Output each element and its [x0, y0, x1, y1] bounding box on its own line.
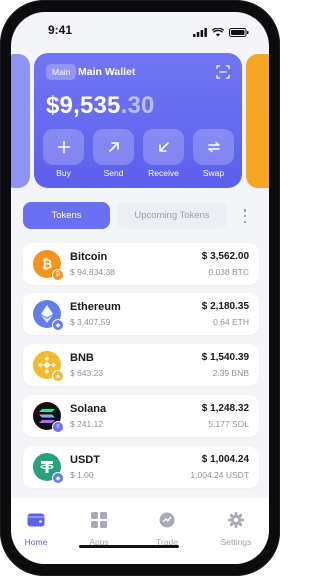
wallet-chip: Main — [46, 64, 77, 80]
balance-decimal: .30 — [120, 92, 155, 119]
nav-settings[interactable]: Settings — [211, 512, 261, 547]
ethereum-network-badge-icon: ◆ — [52, 319, 64, 331]
token-value: $ 1,004.24 — [201, 454, 249, 465]
bottom-nav: Home Apps Trade Settings — [11, 498, 269, 564]
wallet-name: Main Wallet — [78, 66, 136, 78]
token-amount: 1,004.24 USDT — [190, 470, 249, 480]
status-icons — [193, 24, 249, 42]
token-price: $ 1.00 — [70, 470, 94, 480]
wifi-icon — [211, 24, 225, 42]
token-row-bitcoin[interactable]: ₿ ₿ Bitcoin $ 94,834.38 $ 3,562.00 0.038… — [23, 243, 259, 285]
swap-icon — [193, 129, 234, 165]
wallet-card-previous[interactable] — [11, 54, 30, 188]
wallet-actions: Buy Send Receive Swap — [43, 129, 234, 178]
tab-tokens[interactable]: Tokens — [23, 202, 110, 229]
nav-trade[interactable]: Trade — [142, 512, 192, 547]
nav-home[interactable]: Home — [11, 512, 61, 547]
receive-button[interactable]: Receive — [143, 129, 184, 178]
token-row-bnb[interactable]: ◆ BNB $ 643.23 $ 1,540.39 2.39 BNB — [23, 344, 259, 386]
ethereum-network-badge-icon: ◆ — [52, 472, 64, 484]
main-wallet-card[interactable]: Main Main Wallet $9,535.30 Buy Send Rece… — [34, 53, 242, 188]
send-button[interactable]: Send — [93, 129, 134, 178]
more-options-icon[interactable] — [243, 209, 247, 223]
home-indicator — [79, 545, 179, 548]
token-price: $ 3,407.59 — [70, 317, 111, 327]
status-time: 9:41 — [48, 23, 73, 37]
nav-settings-label: Settings — [220, 537, 252, 547]
status-bar: 9:41 — [11, 12, 269, 48]
wallet-icon — [27, 512, 45, 533]
token-name: USDT — [70, 454, 100, 466]
nav-apps[interactable]: Apps — [74, 512, 124, 547]
swap-label: Swap — [202, 168, 225, 178]
token-value: $ 1,248.32 — [201, 403, 249, 414]
token-amount: 2.39 BNB — [212, 368, 249, 378]
balance-integer: $9,535 — [46, 92, 121, 119]
wallet-card-next[interactable] — [246, 54, 269, 188]
token-price: $ 94,834.38 — [70, 267, 115, 277]
send-label: Send — [103, 168, 124, 178]
plus-icon — [43, 129, 84, 165]
apps-grid-icon — [91, 512, 107, 533]
token-value: $ 1,540.39 — [201, 352, 249, 363]
token-amount: 0.64 ETH — [213, 317, 249, 327]
token-value: $ 2,180.35 — [201, 301, 249, 312]
token-row-ethereum[interactable]: ◆ Ethereum $ 3,407.59 $ 2,180.35 0.64 ET… — [23, 293, 259, 335]
phone-mockup: 9:41 Main Main Wallet $9,535.30 Buy Send… — [0, 0, 280, 576]
battery-icon — [229, 24, 249, 42]
receive-label: Receive — [148, 168, 179, 178]
arrow-up-right-icon — [93, 129, 134, 165]
token-value: $ 3,562.00 — [201, 251, 249, 262]
app-screen: 9:41 Main Main Wallet $9,535.30 Buy Send… — [11, 12, 269, 564]
token-amount: 0.038 BTC — [208, 267, 249, 277]
gear-icon — [228, 512, 244, 533]
token-price: $ 643.23 — [70, 368, 104, 378]
token-name: Ethereum — [70, 301, 121, 313]
svg-text:₿: ₿ — [42, 258, 53, 273]
token-name: Bitcoin — [70, 251, 108, 263]
token-name: BNB — [70, 352, 94, 364]
solana-network-badge-icon: ≡ — [52, 421, 64, 433]
token-name: Solana — [70, 403, 107, 415]
token-tabs: Tokens Upcoming Tokens — [23, 202, 259, 230]
arrow-down-left-icon — [143, 129, 184, 165]
wallet-balance: $9,535.30 — [46, 92, 155, 120]
bitcoin-network-badge-icon: ₿ — [52, 269, 64, 281]
bnb-network-badge-icon: ◆ — [52, 370, 64, 382]
token-row-usdt[interactable]: ◆ USDT $ 1.00 $ 1,004.24 1,004.24 USDT — [23, 446, 259, 488]
signal-icon — [193, 24, 207, 42]
buy-button[interactable]: Buy — [43, 129, 84, 178]
swap-button[interactable]: Swap — [193, 129, 234, 178]
token-price: $ 241.12 — [70, 419, 104, 429]
token-row-solana[interactable]: ≡ Solana $ 241.12 $ 1,248.32 5.177 SOL — [23, 395, 259, 437]
trade-icon — [159, 512, 175, 533]
buy-label: Buy — [56, 168, 71, 178]
scan-icon[interactable] — [216, 65, 230, 79]
tab-upcoming-tokens[interactable]: Upcoming Tokens — [117, 202, 227, 229]
token-amount: 5.177 SOL — [208, 419, 249, 429]
nav-home-label: Home — [24, 537, 48, 547]
